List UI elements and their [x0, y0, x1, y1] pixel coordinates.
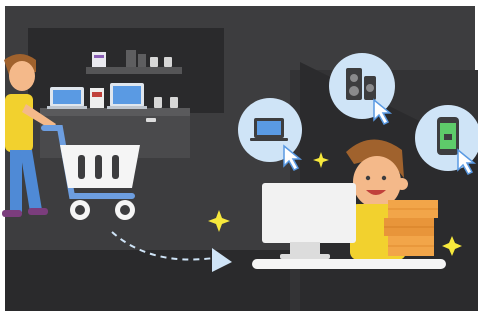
store-counter-top: [40, 108, 190, 116]
counter-handle: [146, 118, 156, 122]
eye-left: [365, 175, 371, 181]
counter-phone: [154, 97, 162, 108]
counter-laptop-2: [107, 83, 147, 109]
counter-box-label: [92, 92, 102, 97]
laptop-icon: [250, 118, 288, 141]
shelf-speaker: [126, 50, 136, 67]
shelf-phone: [150, 57, 158, 67]
shelf-speaker-2: [138, 54, 146, 67]
shelf-box-label: [94, 55, 104, 58]
shopper-shoe-front: [28, 208, 48, 215]
shopper-leg-back: [10, 150, 22, 212]
shopper-shoe-back: [2, 210, 22, 217]
eye-right: [381, 175, 387, 181]
online-shopping-illustration: [0, 0, 478, 315]
smartphone-icon: [437, 117, 459, 155]
desk: [252, 259, 446, 269]
counter-box: [90, 88, 104, 108]
upper-shelf: [86, 67, 182, 74]
shelf-box: [92, 52, 106, 67]
counter-phone-2: [170, 97, 178, 108]
shopper-torso: [5, 94, 33, 152]
package-boxes: [384, 200, 438, 256]
counter-laptop-1: [47, 87, 87, 109]
shopper-head: [9, 61, 35, 91]
shelf-phone-2: [164, 57, 172, 67]
